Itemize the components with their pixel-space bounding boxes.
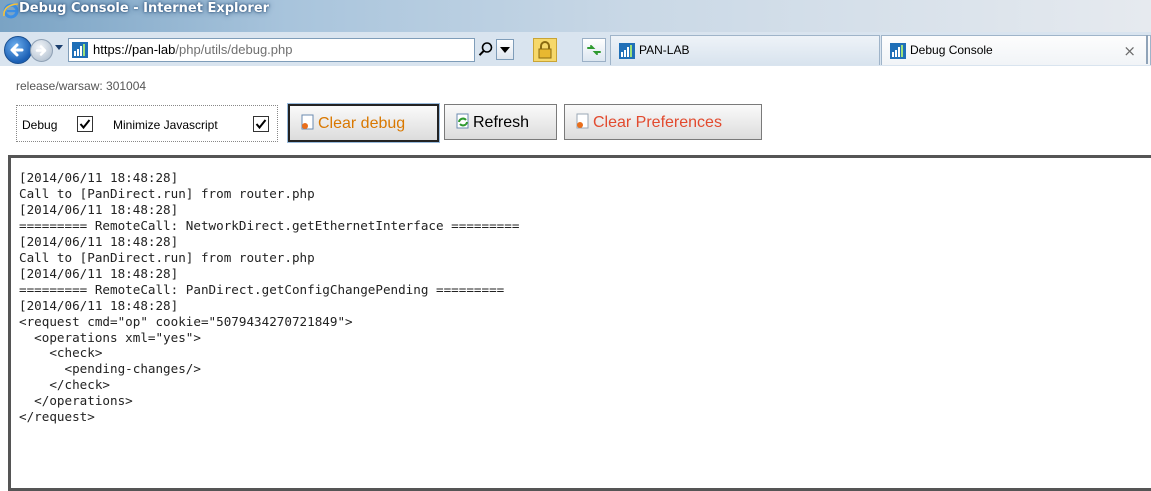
debug-console-output[interactable]: [2014/06/11 18:48:28] Call to [PanDirect…	[8, 155, 1151, 491]
pan-favicon	[72, 42, 88, 58]
minimize-javascript-label: Minimize Javascript	[113, 118, 218, 132]
clear-debug-label: Clear debug	[318, 115, 406, 132]
forward-button[interactable]	[30, 39, 53, 62]
refresh-label: Refresh	[473, 114, 530, 131]
debug-label: Debug	[22, 118, 58, 132]
address-url[interactable]: https://pan-lab/php/utils/debug.php	[93, 42, 293, 57]
tab-label: Debug Console	[910, 43, 993, 57]
clear-document-icon	[301, 114, 314, 130]
pan-favicon	[619, 43, 635, 59]
pan-favicon	[890, 43, 906, 59]
back-button[interactable]	[4, 36, 32, 64]
window-title: Debug Console - Internet Explorer	[19, 1, 270, 16]
clear-debug-button[interactable]: Clear debug	[287, 103, 440, 143]
refresh-document-icon	[456, 113, 469, 129]
checkmark-icon	[255, 119, 267, 130]
magnifier-icon[interactable]	[478, 41, 494, 57]
window-titlebar: Debug Console - Internet Explorer	[0, 0, 1151, 32]
release-version: release/warsaw: 301004	[16, 79, 147, 93]
close-tab-icon[interactable]: ×	[1123, 42, 1136, 60]
compatibility-view-icon	[587, 45, 601, 55]
console-log-text: [2014/06/11 18:48:28] Call to [PanDirect…	[19, 170, 520, 425]
internet-explorer-icon	[3, 3, 19, 19]
padlock-icon	[538, 41, 552, 59]
tab-debug-console[interactable]: Debug Console ×	[881, 35, 1151, 65]
checkmark-icon	[79, 119, 91, 130]
clear-preferences-button[interactable]: Clear Preferences	[564, 104, 762, 140]
clear-preferences-label: Clear Preferences	[593, 114, 722, 131]
chevron-down-icon	[500, 47, 510, 53]
forward-arrow-icon	[35, 45, 47, 56]
tab-divider	[1146, 35, 1148, 64]
refresh-button[interactable]: Refresh	[444, 104, 557, 140]
minimize-javascript-checkbox[interactable]	[253, 116, 269, 132]
address-dropdown-button[interactable]	[496, 39, 514, 60]
debug-checkbox[interactable]	[77, 116, 93, 132]
clear-preferences-icon	[576, 113, 589, 129]
recent-pages-dropdown-icon[interactable]	[54, 44, 64, 52]
address-bar[interactable]: https://pan-lab/php/utils/debug.php	[68, 38, 475, 62]
tab-label: PAN-LAB	[639, 43, 690, 57]
refresh-page-button[interactable]	[582, 38, 606, 62]
back-arrow-icon	[10, 43, 24, 57]
tab-pan-lab[interactable]: PAN-LAB	[610, 35, 880, 65]
options-box: Debug Minimize Javascript	[16, 105, 278, 142]
security-lock-button[interactable]	[533, 38, 557, 62]
